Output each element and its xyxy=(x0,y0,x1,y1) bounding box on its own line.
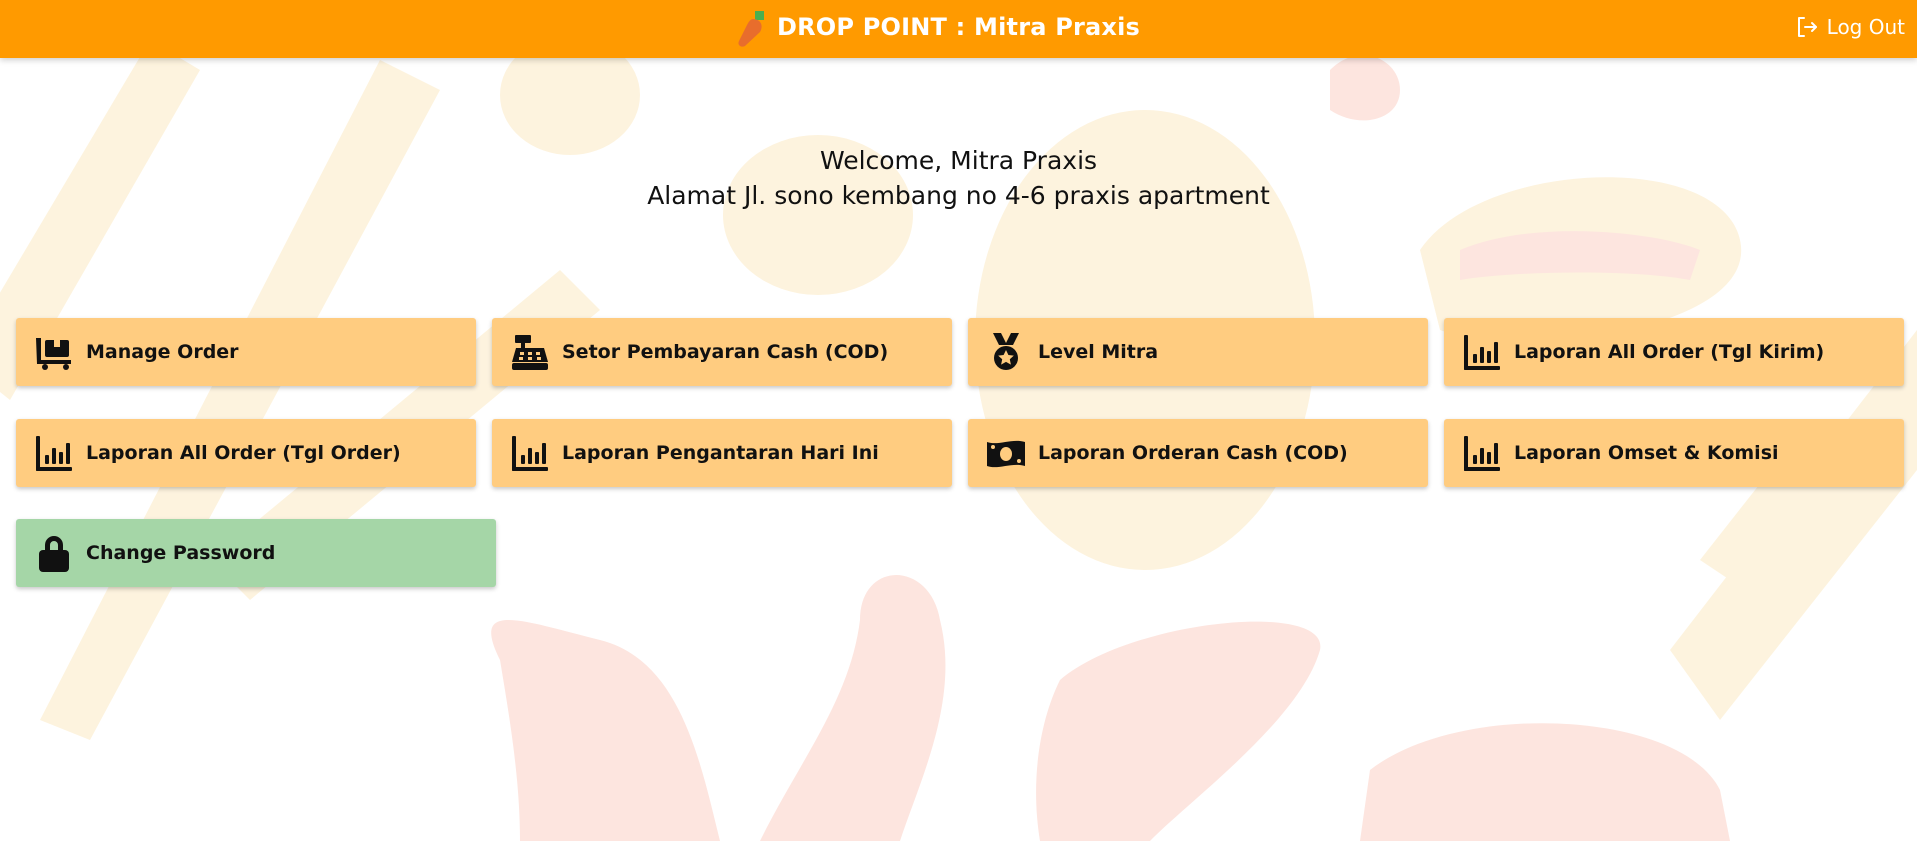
medal-icon xyxy=(993,333,1019,370)
menu-change-password-label: Change Password xyxy=(86,542,276,564)
welcome-greeting: Welcome, Mitra Praxis xyxy=(819,146,1098,175)
menu-setor-pembayaran-cod[interactable]: Setor Pembayaran Cash (COD) xyxy=(492,318,952,386)
menu-level-mitra-label: Level Mitra xyxy=(1038,341,1159,363)
welcome-address: Alamat Jl. sono kembang no 4-6 praxis ap… xyxy=(647,181,1270,210)
menu-laporan-all-order-tgl-kirim[interactable]: Laporan All Order (Tgl Kirim) xyxy=(1444,318,1904,386)
menu-laporan-pengantaran-hari-ini-label: Laporan Pengantaran Hari Ini xyxy=(562,442,879,464)
menu-laporan-all-order-tgl-order[interactable]: Laporan All Order (Tgl Order) xyxy=(16,419,476,487)
menu-laporan-omset-komisi-label: Laporan Omset & Komisi xyxy=(1514,442,1779,464)
dolly-boxes-icon xyxy=(36,338,71,370)
logout-icon xyxy=(1797,17,1817,37)
menu-laporan-pengantaran-hari-ini[interactable]: Laporan Pengantaran Hari Ini xyxy=(492,419,952,487)
bar-chart-icon xyxy=(512,436,548,471)
welcome-block: Welcome, Mitra Praxis Alamat Jl. sono ke… xyxy=(0,143,1917,213)
top-bar: DROP POINT : Mitra Praxis Log Out xyxy=(0,0,1917,58)
menu-change-password[interactable]: Change Password xyxy=(16,519,496,587)
carrot-logo-icon xyxy=(738,11,764,47)
menu-setor-pembayaran-cod-label: Setor Pembayaran Cash (COD) xyxy=(562,341,889,363)
menu-manage-order[interactable]: Manage Order xyxy=(16,318,476,386)
bar-chart-icon xyxy=(36,436,72,471)
brand: DROP POINT : Mitra Praxis xyxy=(733,0,1140,54)
app-title: DROP POINT : Mitra Praxis xyxy=(777,13,1141,41)
menu-laporan-all-order-tgl-kirim-label: Laporan All Order (Tgl Kirim) xyxy=(1514,341,1825,363)
lock-icon xyxy=(39,536,69,572)
menu-laporan-orderan-cash-cod[interactable]: Laporan Orderan Cash (COD) xyxy=(968,419,1428,487)
logout-label: Log Out xyxy=(1826,15,1905,39)
bar-chart-icon xyxy=(1464,436,1500,471)
menu-laporan-omset-komisi[interactable]: Laporan Omset & Komisi xyxy=(1444,419,1904,487)
money-bill-icon xyxy=(987,440,1025,468)
menu-manage-order-label: Manage Order xyxy=(86,341,239,363)
menu-laporan-orderan-cash-cod-label: Laporan Orderan Cash (COD) xyxy=(1038,442,1348,464)
bar-chart-icon xyxy=(1464,335,1500,370)
cash-register-icon xyxy=(512,335,548,370)
logout-button[interactable]: Log Out xyxy=(1795,0,1905,54)
menu-level-mitra[interactable]: Level Mitra xyxy=(968,318,1428,386)
menu-laporan-all-order-tgl-order-label: Laporan All Order (Tgl Order) xyxy=(86,442,401,464)
